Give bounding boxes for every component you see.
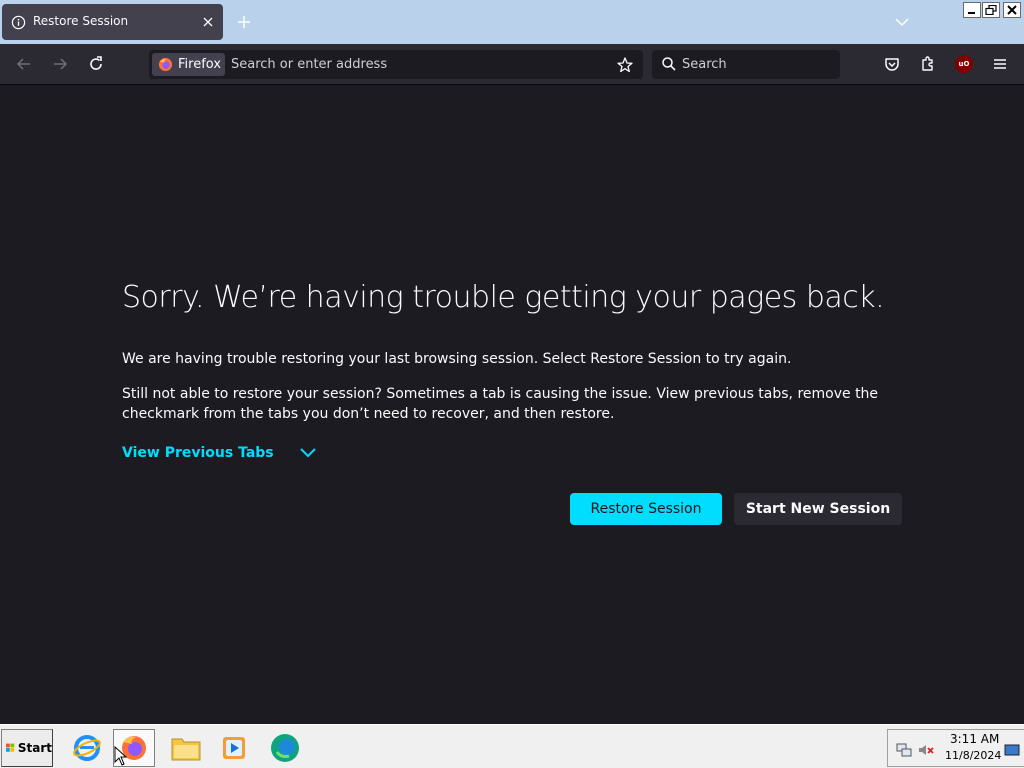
taskbar-internet-explorer[interactable] bbox=[66, 729, 108, 767]
reload-icon[interactable] bbox=[86, 54, 106, 74]
windows-logo-icon bbox=[6, 743, 15, 752]
tab-restore-session[interactable]: Restore Session bbox=[2, 4, 223, 40]
info-icon bbox=[11, 15, 26, 30]
clock-date[interactable]: 11/8/2024 bbox=[945, 749, 1001, 762]
search-input[interactable] bbox=[682, 50, 832, 79]
menu-icon[interactable] bbox=[990, 54, 1010, 74]
nav-toolbar: Firefox uO bbox=[0, 44, 1024, 85]
search-bar bbox=[652, 50, 840, 79]
url-bar: Firefox bbox=[149, 50, 643, 79]
identity-box[interactable]: Firefox bbox=[152, 53, 225, 76]
firefox-icon bbox=[158, 57, 173, 72]
view-previous-tabs-toggle[interactable]: View Previous Tabs bbox=[122, 445, 316, 461]
restore-icon bbox=[985, 5, 997, 15]
internet-explorer-icon bbox=[73, 735, 101, 761]
network-icon[interactable] bbox=[896, 742, 912, 758]
file-explorer-icon bbox=[171, 738, 201, 761]
close-icon bbox=[1007, 5, 1017, 15]
restore-session-button[interactable]: Restore Session bbox=[570, 493, 722, 525]
taskbar-edge[interactable] bbox=[264, 729, 306, 767]
list-all-tabs-icon[interactable] bbox=[894, 15, 910, 29]
taskbar-file-explorer[interactable] bbox=[165, 729, 207, 767]
taskbar: Start 3:11 AM 11/8/2024 bbox=[0, 724, 1024, 768]
restore-button[interactable] bbox=[982, 2, 1000, 18]
identity-label: Firefox bbox=[178, 57, 222, 72]
volume-muted-icon[interactable] bbox=[918, 742, 934, 758]
back-icon[interactable] bbox=[14, 54, 34, 74]
minimize-icon bbox=[968, 12, 975, 14]
page-title: Sorry. We’re having trouble getting your… bbox=[122, 280, 885, 315]
tab-strip: Restore Session bbox=[0, 0, 1024, 44]
media-player-icon bbox=[223, 737, 245, 759]
close-window-button[interactable] bbox=[1003, 2, 1021, 18]
close-tab-icon[interactable] bbox=[201, 15, 215, 29]
taskbar-media-player[interactable] bbox=[213, 729, 255, 767]
clock-time[interactable]: 3:11 AM bbox=[950, 732, 999, 746]
forward-icon[interactable] bbox=[50, 54, 70, 74]
pocket-icon[interactable] bbox=[882, 54, 902, 74]
bookmark-star-icon[interactable] bbox=[616, 56, 634, 74]
tab-title: Restore Session bbox=[33, 14, 129, 28]
info-paragraph-2: Still not able to restore your session? … bbox=[122, 386, 879, 422]
chevron-down-icon bbox=[299, 448, 316, 458]
restore-session-page: Sorry. We’re having trouble getting your… bbox=[0, 85, 1024, 724]
start-new-session-button[interactable]: Start New Session bbox=[734, 493, 902, 525]
address-input[interactable] bbox=[231, 50, 601, 79]
start-label: Start bbox=[17, 741, 52, 755]
mouse-cursor-icon bbox=[114, 746, 128, 766]
view-previous-tabs-label: View Previous Tabs bbox=[122, 445, 274, 461]
edge-icon bbox=[271, 734, 299, 762]
extensions-icon[interactable] bbox=[918, 54, 938, 74]
search-icon bbox=[662, 57, 676, 71]
show-desktop-icon[interactable] bbox=[1004, 742, 1020, 758]
ublock-origin-icon[interactable]: uO bbox=[955, 55, 973, 73]
minimize-button[interactable] bbox=[963, 2, 981, 18]
new-tab-icon[interactable] bbox=[236, 14, 252, 30]
info-paragraph-1: We are having trouble restoring your las… bbox=[122, 351, 792, 367]
start-button[interactable]: Start bbox=[1, 729, 53, 767]
